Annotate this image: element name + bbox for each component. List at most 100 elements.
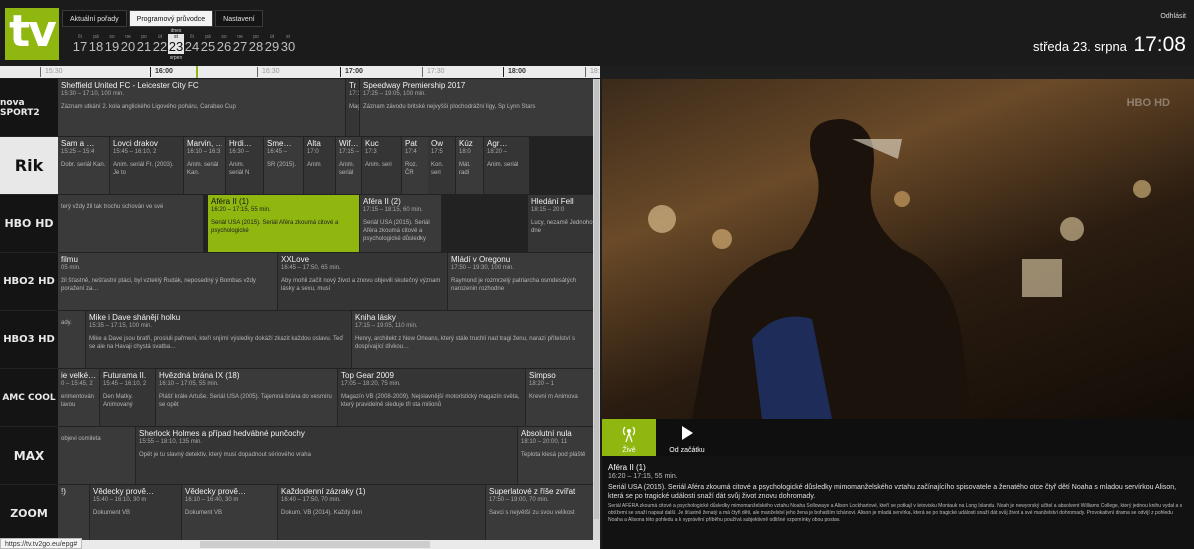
program-title: Marvin, … [187,139,222,148]
program-cell[interactable]: !) [58,485,90,540]
day-number: 24 [184,39,200,54]
program-cell[interactable]: XXLove 16:45 – 17:50, 65 min. Aby mohli za… [278,253,448,310]
program-time: 16:45 – 17:50, 65 min. [281,265,341,271]
day-17[interactable]: čt 17 [72,34,88,54]
program-cell[interactable]: Vědecky prově… 15:40 – 16:10, 30 m Dokumen… [90,485,182,540]
channel-logo[interactable]: MAX [0,427,58,484]
program-description: Mát. radí [459,162,471,176]
program-cell[interactable]: Sheffield United FC - Leicester City FC 1… [58,79,346,136]
program-title: Kniha lásky [355,313,396,322]
program-cell[interactable]: ady. [58,311,86,368]
channel-logo[interactable]: AMC COOL [0,369,58,426]
day-22[interactable]: út 22 [152,34,168,54]
channel-row: MAX objevi osmileta Sherlock Holmes a příp… [0,427,600,485]
program-time: 17:25 – 19:05, 100 min. [363,91,427,97]
program-cell[interactable]: Marvin, … 16:10 – 16:3 Anim. seriál Kan. [184,137,226,194]
program-title: Hrdi… [229,139,252,148]
program-cell[interactable]: Mike i Dave shánějí holku 15:35 – 17:15, … [86,311,352,368]
program-title: Mike i Dave shánějí holku [89,313,181,322]
day-26[interactable]: so 26 [216,34,232,54]
day-25[interactable]: pá 25 [200,34,216,54]
epg-timeline: 15:30 16:00 16:30 17:00 17:30 18:00 18:30 [0,66,600,78]
program-cell[interactable]: Každodenní zázraky (1) 16:40 – 17:50, 70 … [278,485,486,540]
program-cell[interactable]: Lovci drakov 15:45 – 16:10, 2 Anim. seriál… [110,137,184,194]
program-cell[interactable]: Futurama II. 15:45 – 16:10, 2 Den Matky. A… [100,369,156,426]
program-description: Anim. seriál [487,162,519,168]
program-title: Lovci drakov [113,139,158,148]
day-27[interactable]: ne 27 [232,34,248,54]
program-cell[interactable]: Mládí v Oregonu 17:50 – 19:30, 100 min. Ra… [448,253,600,310]
timeline-mark: 17:00 [340,67,363,77]
program-cell[interactable]: Aféra II (2) 17:15 – 18:15, 60 min. Seriál… [360,195,442,252]
program-cell[interactable]: Hledání Fell 18:15 – 20:0 Lucy, nezamě Jed… [528,195,600,252]
channel-logo[interactable]: HBO3 HD [0,311,58,368]
logout-link[interactable]: Odhlásit [1160,13,1186,20]
program-cell[interactable]: Superlatové z říše zvířat 17:50 – 19:00, … [486,485,600,540]
program-cell[interactable]: objevi osmileta [58,427,136,484]
program-description: erimentován lavou [61,394,95,408]
from-start-button[interactable]: Od začátku [660,419,714,456]
program-title: Aféra II (2) [363,197,401,206]
day-20[interactable]: ne 20 [120,34,136,54]
program-cell[interactable]: Speedway Premiership 2017 17:25 – 19:05, … [360,79,600,136]
program-description: Seriál USA (2015). Seriál Aféra zkoumá c… [211,220,339,234]
program-description: terý vždy žil tak trochu schován ve své [61,204,164,210]
epg-horizontal-scrollbar[interactable] [0,540,600,549]
channel-logo[interactable]: Rik [0,137,58,194]
app-logo[interactable]: tv [5,8,59,60]
program-cell[interactable]: Sam a … 15:25 – 15:4 Dobr. seriál Kan. [58,137,110,194]
day-21[interactable]: po 21 [136,34,152,54]
program-cell[interactable]: Hvězdná brána IX (18) 16:10 – 17:05, 55 m… [156,369,338,426]
day-30[interactable]: st 30 [280,34,296,54]
video-player[interactable]: HBO HD [602,79,1194,419]
program-cell-live[interactable]: Aféra II (1) 16:20 – 17:15, 55 min. Seriál… [208,195,360,252]
program-cell[interactable]: Hrdi… 16:30 – Anim. seriál N [226,137,264,194]
program-cell[interactable]: Vědecky prově… 16:10 – 16:40, 30 m Dokumen… [182,485,278,540]
program-cell[interactable]: Absolutní nula 18:10 – 20:00, 11 Teplota k… [518,427,600,484]
tab-nastaveni[interactable]: Nastavení [215,10,263,27]
program-cell[interactable]: Kniha lásky 17:15 – 19:05, 110 min. Henry,… [352,311,600,368]
program-cell[interactable]: ie velké… 0 – 15:45, 2 erimentován lavou [58,369,100,426]
program-cell[interactable]: Kuc 17:3 Anim. seri [362,137,402,194]
program-cell[interactable]: Ow 17:5 Kon. seri [428,137,456,194]
program-cell[interactable]: terý vždy žil tak trochu schován ve své [58,195,204,252]
program-cell[interactable]: Top Gear 2009 17:05 – 18:20, 75 min. Magaz… [338,369,526,426]
tab-aktualni-porady[interactable]: Aktuální pořady [62,10,127,27]
scrollbar-thumb[interactable] [594,79,599,519]
program-cell[interactable]: Simpso 18:20 – 1 Krevní m Animova [526,369,600,426]
live-button[interactable]: Živě [602,419,656,456]
program-description: Plášť krále Artuše. Seriál USA (2005). T… [159,394,332,408]
program-cell[interactable]: filmu 05 min. žil šťastně, nešťastní ptáci… [58,253,278,310]
program-cell[interactable]: Wif… 17:15 – Anim. seriál [336,137,362,194]
day-18[interactable]: pá 18 [88,34,104,54]
timeline-mark: 18:30 [585,67,600,77]
scrollbar-thumb[interactable] [200,541,430,548]
epg-vertical-scrollbar[interactable] [593,79,600,540]
program-title: Ow [431,139,443,148]
day-29[interactable]: út 29 [264,34,280,54]
program-title: filmu [61,255,78,264]
clock-date: středa 23. srpna [1032,39,1127,54]
day-24[interactable]: čt 24 [184,34,200,54]
program-cell[interactable]: Alta 17:0 Anim [304,137,336,194]
program-description: Anim. seriál Kan. [187,162,219,176]
program-cell[interactable]: Sme… 16:45 – SR (2015). [264,137,304,194]
tab-programovy-pruvodce[interactable]: Programový průvodce [128,10,214,27]
day-19[interactable]: so 19 [104,34,120,54]
day-28[interactable]: po 28 [248,34,264,54]
program-cell[interactable]: Agr… 18:20 – Anim. seriál [484,137,530,194]
channel-logo[interactable]: ZOOM [0,485,58,540]
channel-logo[interactable]: HBO2 HD [0,253,58,310]
program-time: 15:35 – 17:15, 100 min. [89,323,153,329]
program-description: Roz. ČR [405,162,418,176]
program-cell[interactable]: Sherlock Holmes a případ hedvábné punčoc… [136,427,518,484]
play-icon [682,426,693,440]
channel-row: AMC COOL ie velké… 0 – 15:45, 2 erimentován… [0,369,600,427]
program-cell[interactable]: Kúz 18:0 Mát. radí [456,137,484,194]
day-23[interactable]: st 23 dnes srpen [168,28,184,61]
program-cell[interactable]: Pat 17:4 Roz. ČR [402,137,430,194]
channel-logo[interactable]: HBO HD [0,195,58,252]
program-cell[interactable]: Truc…17:10 – Magazín [346,79,360,136]
channel-logo[interactable]: nova SPORT2 [0,79,58,136]
program-time: 16:10 – 17:05, 55 min. [159,381,219,387]
